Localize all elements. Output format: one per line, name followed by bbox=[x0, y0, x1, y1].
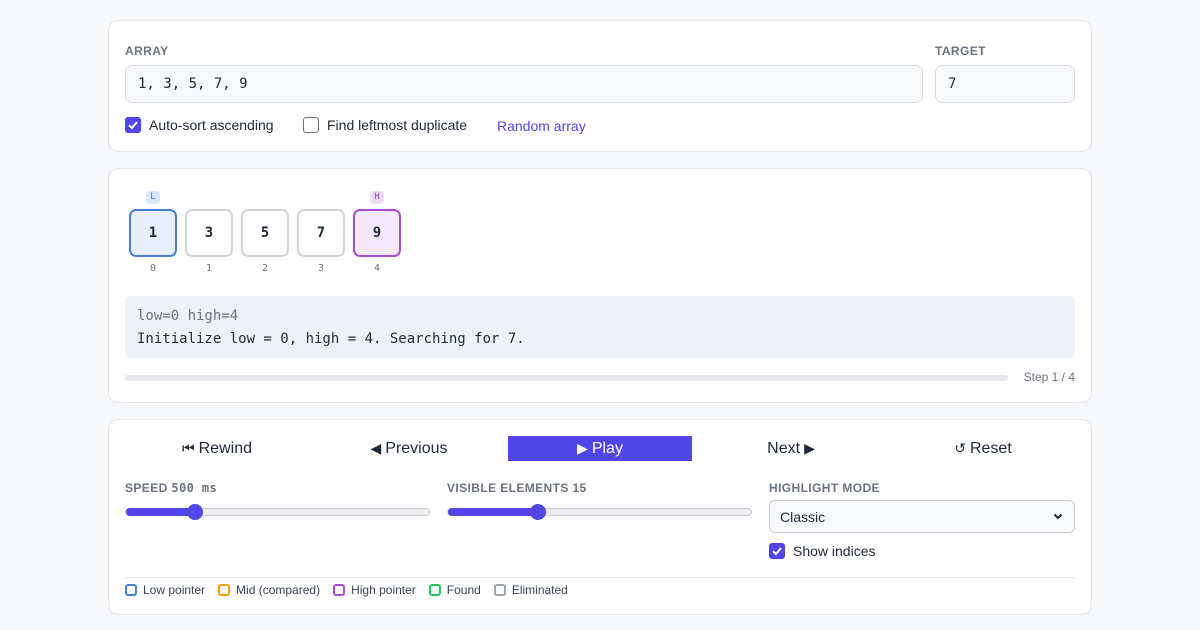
reset-icon: ↺ bbox=[954, 440, 966, 456]
pointer-state: low=0 high=4 bbox=[137, 308, 239, 324]
controls-panel: ⏮ Rewind ◀ Previous ▶ Play Next ▶ ↺ Rese… bbox=[108, 419, 1092, 615]
highlight-mode-select[interactable]: Classic bbox=[769, 500, 1075, 533]
step-progress-bar bbox=[125, 375, 1008, 381]
array-cell-index: 2 bbox=[261, 263, 269, 274]
target-input[interactable] bbox=[935, 65, 1075, 103]
array-cell-value: 1 bbox=[129, 209, 177, 257]
next-button[interactable]: Next ▶ bbox=[699, 436, 883, 461]
legend-swatch bbox=[333, 584, 346, 596]
array-label: ARRAY bbox=[125, 44, 169, 58]
visible-elements-slider-thumb[interactable] bbox=[529, 504, 546, 520]
legend-item: High pointer bbox=[333, 583, 416, 597]
next-label: Next bbox=[767, 439, 801, 457]
speed-label-text: SPEED bbox=[125, 481, 168, 495]
play-label: Play bbox=[591, 439, 623, 457]
legend-item: Eliminated bbox=[493, 583, 568, 597]
legend-label: High pointer bbox=[351, 583, 416, 597]
reset-label: Reset bbox=[969, 439, 1012, 457]
next-icon: ▶ bbox=[804, 440, 815, 456]
show-indices-label: Show indices bbox=[793, 543, 876, 559]
highlight-mode-value: Classic bbox=[780, 508, 826, 525]
leftmost-duplicate-checkbox[interactable]: Find leftmost duplicate bbox=[303, 117, 467, 133]
legend-item: Found bbox=[428, 583, 481, 597]
high-pointer-badge: H bbox=[370, 191, 384, 204]
legend-item: Mid (compared) bbox=[218, 583, 320, 597]
highlight-mode-label: HIGHLIGHT MODE bbox=[769, 481, 880, 495]
random-array-button[interactable]: Random array bbox=[497, 117, 586, 135]
legend-label: Found bbox=[446, 583, 481, 597]
target-label: TARGET bbox=[935, 44, 986, 58]
low-pointer-badge: L bbox=[146, 191, 160, 204]
legend-swatch bbox=[218, 584, 231, 596]
input-panel: ARRAY TARGET Auto-sort ascending Find le… bbox=[108, 20, 1092, 152]
legend-label: Low pointer bbox=[143, 583, 206, 597]
array-cell-value: 5 bbox=[241, 209, 289, 257]
speed-slider[interactable] bbox=[125, 504, 430, 520]
checkbox-unchecked-icon[interactable] bbox=[303, 117, 319, 133]
visible-elements-slider[interactable] bbox=[447, 504, 752, 520]
chevron-down-icon bbox=[1052, 509, 1064, 525]
checkbox-checked-icon[interactable] bbox=[769, 543, 785, 559]
previous-label: Previous bbox=[385, 439, 448, 457]
legend-swatch bbox=[493, 584, 506, 596]
array-cell-value: 9 bbox=[353, 209, 401, 257]
array-input[interactable] bbox=[125, 65, 923, 103]
array-cell-index: 1 bbox=[205, 263, 213, 274]
rewind-button[interactable]: ⏮ Rewind bbox=[125, 436, 309, 461]
auto-sort-label: Auto-sort ascending bbox=[149, 117, 274, 133]
play-button[interactable]: ▶ Play bbox=[508, 436, 692, 461]
speed-value: 500 ms bbox=[171, 481, 218, 495]
play-icon: ▶ bbox=[577, 440, 588, 456]
visualization-panel: L10315273H94 low=0 high=4 Initialize low… bbox=[108, 168, 1092, 403]
visible-elements-slider-fill bbox=[448, 508, 538, 516]
rewind-label: Rewind bbox=[198, 439, 252, 457]
visible-elements-label: VISIBLE ELEMENTS 15 bbox=[447, 481, 587, 495]
legend-item: Low pointer bbox=[125, 583, 205, 597]
array-cell-index: 3 bbox=[317, 263, 325, 274]
step-counter: Step 1 / 4 bbox=[1023, 370, 1075, 384]
array-cell-index: 4 bbox=[373, 263, 381, 274]
show-indices-checkbox[interactable]: Show indices bbox=[769, 543, 876, 559]
color-legend: Low pointer Mid (compared) High pointer Fou… bbox=[125, 583, 581, 597]
reset-button[interactable]: ↺ Reset bbox=[891, 436, 1075, 461]
checkbox-checked-icon[interactable] bbox=[125, 117, 141, 133]
legend-swatch bbox=[125, 584, 137, 596]
auto-sort-checkbox[interactable]: Auto-sort ascending bbox=[125, 117, 274, 133]
legend-swatch bbox=[428, 584, 441, 596]
leftmost-duplicate-label: Find leftmost duplicate bbox=[327, 117, 468, 133]
speed-slider-thumb[interactable] bbox=[186, 504, 203, 520]
speed-label: SPEED 500 ms bbox=[125, 481, 217, 495]
array-cell-value: 7 bbox=[297, 209, 345, 257]
step-message: Initialize low = 0, high = 4. Searching … bbox=[137, 331, 525, 347]
array-cell-value: 3 bbox=[185, 209, 233, 257]
previous-icon: ◀ bbox=[370, 440, 382, 456]
legend-label: Mid (compared) bbox=[236, 583, 321, 597]
visible-elements-label-text: VISIBLE ELEMENTS bbox=[447, 481, 569, 495]
legend-divider bbox=[125, 577, 1075, 578]
speed-slider-fill bbox=[126, 508, 195, 516]
legend-label: Eliminated bbox=[511, 583, 568, 597]
step-log: low=0 high=4 Initialize low = 0, high = … bbox=[125, 296, 1075, 358]
array-cell-index: 0 bbox=[149, 263, 157, 274]
rewind-icon: ⏮ bbox=[182, 440, 195, 456]
previous-button[interactable]: ◀ Previous bbox=[317, 436, 501, 461]
visible-elements-value: 15 bbox=[572, 481, 587, 495]
